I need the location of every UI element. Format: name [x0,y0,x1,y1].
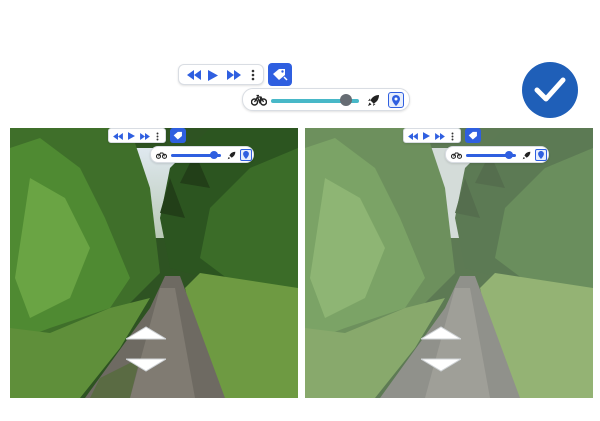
play-button[interactable] [206,68,220,82]
fast-forward-button[interactable] [225,68,243,82]
play-icon [208,69,218,81]
play-icon[interactable] [423,132,430,140]
more-vertical-icon [251,69,255,81]
move-forward-arrow[interactable] [126,326,166,340]
bicycle-icon [451,152,462,159]
checkmark-icon [534,77,566,102]
tag-icon [468,131,477,139]
map-pin-icon [392,94,400,106]
rewind-icon[interactable] [408,133,418,140]
slider-knob[interactable] [210,151,218,159]
move-forward-arrow[interactable] [421,326,461,340]
mini-speed-slider[interactable] [466,151,516,160]
tag-icon [173,131,182,139]
speed-controls [242,88,410,111]
bicycle-icon [251,94,267,106]
more-options-button[interactable] [247,68,259,82]
mini-speed-slider[interactable] [171,151,221,160]
mini-speed-controls [150,146,254,163]
map-pin-icon [243,151,249,159]
mini-tag-button[interactable] [465,128,481,143]
play-icon[interactable] [128,132,135,140]
tag-icon [273,68,288,81]
tag-button[interactable] [268,63,292,86]
more-vertical-icon[interactable] [156,132,159,141]
more-vertical-icon[interactable] [451,132,454,141]
move-backward-arrow[interactable] [421,358,461,372]
rocket-icon [522,151,531,160]
rewind-icon[interactable] [113,133,123,140]
slider-knob[interactable] [505,151,513,159]
rewind-button[interactable] [185,68,203,82]
confirmed-badge [522,62,578,118]
mini-location-button[interactable] [535,149,547,161]
scene-panel-processed [305,128,593,398]
mini-playback-controls [108,128,166,143]
mini-speed-controls [445,146,549,163]
mini-tag-button[interactable] [170,128,186,143]
rocket-icon [227,151,236,160]
mini-playback-controls [403,128,461,143]
rewind-icon [187,70,201,80]
playback-controls [178,64,264,85]
fast-forward-icon[interactable] [435,133,445,140]
speed-slider[interactable] [271,94,359,107]
scene-panel-original [10,128,298,398]
slider-knob[interactable] [340,94,352,106]
map-pin-icon [538,151,544,159]
fast-forward-icon[interactable] [140,133,150,140]
location-button[interactable] [388,92,404,108]
mini-location-button[interactable] [240,149,252,161]
bicycle-icon [156,152,167,159]
fast-forward-icon [227,70,241,80]
rocket-icon [368,95,379,106]
move-backward-arrow[interactable] [126,358,166,372]
